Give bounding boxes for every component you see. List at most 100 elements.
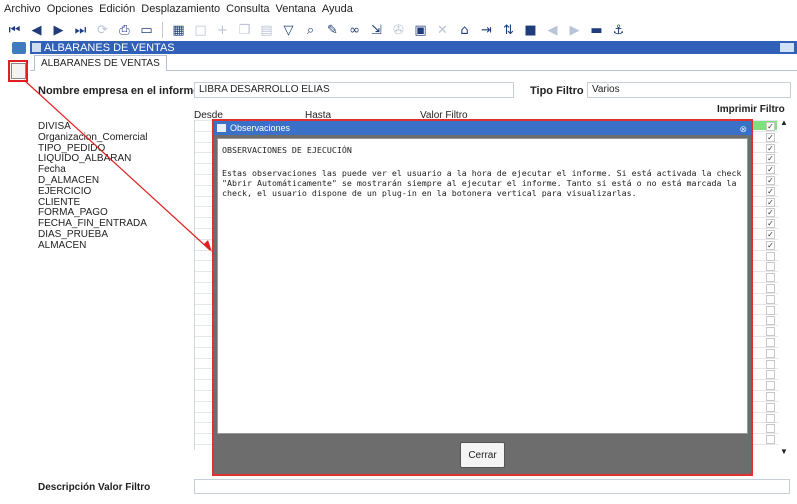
save-icon[interactable]: ▣: [412, 22, 429, 39]
print-filter-checkboxes: ✓ ✓ ✓ ✓ ✓ ✓ ✓ ✓ ✓ ✓ ✓ ✓: [766, 122, 778, 446]
home-icon[interactable]: ⌂: [456, 22, 473, 39]
print-filter-checkbox[interactable]: ✓: [766, 229, 775, 239]
print-filter-checkbox[interactable]: [766, 262, 775, 272]
print-filter-checkbox[interactable]: [766, 359, 775, 369]
delete-icon[interactable]: ✕: [434, 22, 451, 39]
print-filter-checkbox[interactable]: ✓: [766, 122, 775, 131]
menu-desplazamiento[interactable]: Desplazamiento: [141, 3, 220, 15]
scroll-up-icon[interactable]: ▲: [780, 118, 788, 127]
description-label: Descripción Valor Filtro: [38, 482, 151, 493]
menu-edicion[interactable]: Edición: [99, 3, 135, 15]
exit-icon[interactable]: ⇥: [478, 22, 495, 39]
previous-record-icon[interactable]: ◀: [28, 22, 45, 39]
description-field[interactable]: [194, 479, 790, 494]
print-filter-checkbox[interactable]: ✓: [766, 219, 775, 229]
paste-icon[interactable]: ▤: [258, 22, 275, 39]
back-icon[interactable]: ◀: [544, 22, 561, 39]
grid-icon[interactable]: ▦: [170, 22, 187, 39]
left-button-strip: [0, 40, 30, 504]
close-icon[interactable]: ⊗: [739, 122, 747, 136]
sort-icon[interactable]: ⇅: [500, 22, 517, 39]
export-icon[interactable]: ⇲: [368, 22, 385, 39]
print-filter-checkbox[interactable]: [766, 381, 775, 391]
menu-ayuda[interactable]: Ayuda: [322, 3, 353, 15]
filter-icon[interactable]: ▽: [280, 22, 297, 39]
print-filter-checkbox[interactable]: ✓: [766, 240, 775, 250]
scroll-down-icon[interactable]: ▼: [780, 447, 788, 456]
observations-heading: OBSERVACIONES DE EJECUCIÓN: [222, 145, 352, 155]
window-title: ALBARANES DE VENTAS: [44, 41, 175, 54]
row-label: Organizacion_Comercial: [38, 131, 148, 143]
print-filter-checkbox[interactable]: [766, 294, 775, 304]
print-icon[interactable]: ⎙: [116, 22, 133, 39]
print-filter-checkbox[interactable]: [766, 337, 775, 347]
copy-icon[interactable]: ❐: [236, 22, 253, 39]
table-icon[interactable]: ■: [522, 22, 539, 39]
window-icon: [32, 43, 41, 52]
print-filter-checkbox[interactable]: [766, 316, 775, 326]
tab-albaranes[interactable]: ALBARANES DE VENTAS: [34, 55, 167, 71]
print-filter-checkbox[interactable]: ✓: [766, 186, 775, 196]
print-filter-checkbox[interactable]: [766, 402, 775, 412]
window-menu-icon[interactable]: [12, 42, 26, 54]
edit-pencil-icon[interactable]: ✎: [324, 22, 341, 39]
close-button[interactable]: Cerrar: [460, 442, 505, 468]
company-label: Nombre empresa en el informe: [38, 85, 200, 97]
next-record-icon[interactable]: ▶: [50, 22, 67, 39]
print-filter-checkbox[interactable]: [766, 327, 775, 337]
grid-scrollbar[interactable]: ▲ ▼: [778, 118, 790, 456]
search-icon[interactable]: ⌕: [302, 22, 319, 39]
window-titlebar: ALBARANES DE VENTAS: [30, 41, 797, 54]
print-filter-checkbox[interactable]: [766, 273, 775, 283]
print-filter-checkbox[interactable]: [766, 435, 775, 445]
row-label: EJERCICIO: [38, 185, 92, 197]
print-filter-checkbox[interactable]: [766, 348, 775, 358]
filter-row-labels: DIVISA Organizacion_Comercial TIPO_PEDID…: [38, 121, 188, 252]
tools-icon[interactable]: ✇: [390, 22, 407, 39]
link-icon[interactable]: ∞: [346, 22, 363, 39]
filter-type-select[interactable]: Varios: [587, 82, 791, 98]
print-filter-checkbox[interactable]: [766, 251, 775, 261]
print-filter-checkbox[interactable]: ✓: [766, 132, 775, 142]
menu-archivo[interactable]: Archivo: [4, 3, 41, 15]
add-icon[interactable]: +: [214, 22, 231, 39]
observations-message: Estas observaciones las puede ver el usu…: [222, 168, 742, 198]
window-controls-icon[interactable]: [780, 43, 794, 52]
row-label: ALMACEN: [38, 239, 87, 251]
print-filter-checkbox[interactable]: [766, 305, 775, 315]
print-filter-checkbox[interactable]: [766, 424, 775, 434]
print-filter-checkbox[interactable]: [766, 283, 775, 293]
first-record-icon[interactable]: ⏮: [6, 22, 23, 39]
company-field[interactable]: LIBRA DESARROLLO ELIAS: [194, 82, 514, 98]
print-filter-checkbox[interactable]: [766, 391, 775, 401]
highlight-box: [8, 60, 28, 82]
print-filter-checkbox[interactable]: [766, 413, 775, 423]
toolbar: ⏮ ◀ ▶ ⏭ ⟳ ⎙ ▭ ▦ □ + ❐ ▤ ▽ ⌕ ✎ ∞ ⇲ ✇ ▣ ✕ …: [0, 19, 797, 41]
observations-dialog: Observaciones ⊗ OBSERVACIONES DE EJECUCI…: [212, 119, 753, 476]
print-filter-label: Imprimir Filtro: [717, 104, 785, 115]
toolbar-separator: [162, 22, 163, 38]
print-filter-checkbox[interactable]: ✓: [766, 197, 775, 207]
dialog-icon: [217, 124, 226, 132]
refresh-icon[interactable]: ⟳: [94, 22, 111, 39]
menu-bar: Archivo Opciones Edición Desplazamiento …: [0, 0, 797, 17]
forward-icon[interactable]: ▶: [566, 22, 583, 39]
menu-ventana[interactable]: Ventana: [276, 3, 316, 15]
print-filter-checkbox[interactable]: ✓: [766, 154, 775, 164]
pin-icon[interactable]: ⚓: [610, 22, 627, 39]
print-filter-checkbox[interactable]: ✓: [766, 208, 775, 218]
print-filter-checkbox[interactable]: [766, 370, 775, 380]
print-filter-checkbox[interactable]: ✓: [766, 175, 775, 185]
monitor-icon[interactable]: ▭: [138, 22, 155, 39]
new-document-icon[interactable]: □: [192, 22, 209, 39]
tab-bar: ALBARANES DE VENTAS: [30, 55, 797, 71]
print-filter-checkbox[interactable]: ✓: [766, 143, 775, 153]
print-filter-checkbox[interactable]: ✓: [766, 165, 775, 175]
filter-type-label: Tipo Filtro: [530, 85, 584, 97]
menu-consulta[interactable]: Consulta: [226, 3, 269, 15]
last-record-icon[interactable]: ⏭: [72, 22, 89, 39]
window-icon[interactable]: ▬: [588, 22, 605, 39]
dialog-title: Observaciones: [230, 123, 291, 133]
menu-opciones[interactable]: Opciones: [47, 3, 93, 15]
observations-textarea[interactable]: OBSERVACIONES DE EJECUCIÓN Estas observa…: [217, 138, 748, 434]
